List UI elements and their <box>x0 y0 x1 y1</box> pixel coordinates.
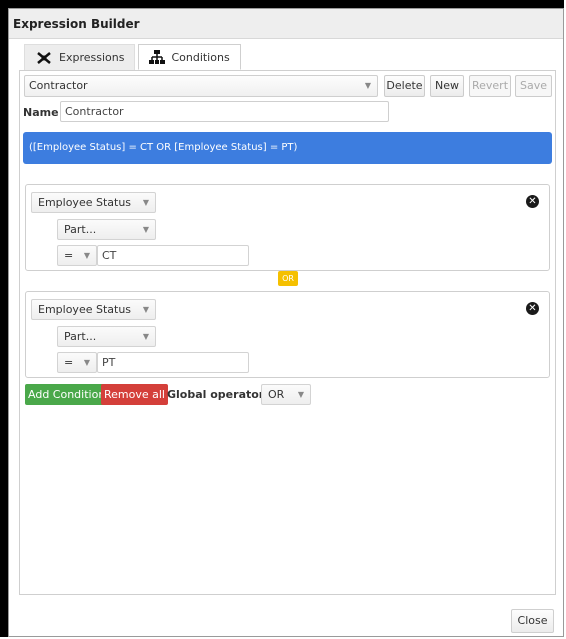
global-operator-label: Global operator: <box>167 388 269 401</box>
name-field[interactable]: Contractor <box>60 101 389 122</box>
dialog-title: Expression Builder <box>9 9 563 39</box>
sub-field-select[interactable]: Part... ▼ <box>57 219 156 240</box>
operator-select[interactable]: = ▼ <box>57 352 97 373</box>
field-select-value: Employee Status <box>38 303 132 316</box>
chevron-down-icon: ▼ <box>142 332 149 341</box>
expressions-icon <box>35 51 53 65</box>
new-button[interactable]: New <box>430 75 464 97</box>
delete-button[interactable]: Delete <box>384 75 425 97</box>
global-operator-value: OR <box>268 388 285 401</box>
field-select-value: Employee Status <box>38 196 132 209</box>
chevron-down-icon: ▼ <box>297 390 304 399</box>
expression-builder-dialog: Expression Builder Expressions Condition… <box>8 8 564 637</box>
chevron-down-icon: ▼ <box>142 225 149 234</box>
tab-conditions[interactable]: Conditions <box>138 44 241 70</box>
tab-bar: Expressions Conditions <box>24 44 241 71</box>
operator-select-value: = <box>64 356 74 369</box>
sub-field-select-value: Part... <box>64 330 97 343</box>
chevron-down-icon: ▼ <box>83 358 90 367</box>
condition-value-input[interactable]: CT <box>97 245 249 266</box>
conditions-panel: Contractor ▼ Delete New Revert Save Name… <box>19 70 556 595</box>
remove-all-button[interactable]: Remove all <box>101 384 168 405</box>
condition-block: Employee Status ▼ Part... ▼ = ▼ CT ✕ <box>25 184 550 271</box>
tab-expressions[interactable]: Expressions <box>24 44 136 70</box>
tab-expressions-label: Expressions <box>59 51 125 64</box>
add-condition-button[interactable]: Add Condition <box>25 384 109 405</box>
operator-select[interactable]: = ▼ <box>57 245 97 266</box>
revert-button[interactable]: Revert <box>469 75 511 97</box>
name-label: Name <box>23 106 59 119</box>
expression-select-value: Contractor <box>29 79 88 92</box>
remove-condition-icon[interactable]: ✕ <box>526 302 539 315</box>
operator-select-value: = <box>64 249 74 262</box>
expression-text: ([Employee Status] = CT OR [Employee Sta… <box>29 142 298 153</box>
field-select[interactable]: Employee Status ▼ <box>31 192 156 213</box>
chevron-down-icon: ▼ <box>142 305 149 314</box>
chevron-down-icon: ▼ <box>364 81 371 90</box>
chevron-down-icon: ▼ <box>83 251 90 260</box>
sub-field-select-value: Part... <box>64 223 97 236</box>
field-select[interactable]: Employee Status ▼ <box>31 299 156 320</box>
conditions-icon <box>149 50 166 64</box>
save-button[interactable]: Save <box>515 75 552 97</box>
expression-select[interactable]: Contractor ▼ <box>24 75 378 97</box>
condition-value-input[interactable]: PT <box>97 352 249 373</box>
chevron-down-icon: ▼ <box>142 198 149 207</box>
remove-condition-icon[interactable]: ✕ <box>526 195 539 208</box>
tab-conditions-label: Conditions <box>171 50 230 64</box>
expression-preview: ([Employee Status] = CT OR [Employee Sta… <box>23 132 552 164</box>
global-operator-select[interactable]: OR ▼ <box>261 384 311 405</box>
sub-field-select[interactable]: Part... ▼ <box>57 326 156 347</box>
or-badge: OR <box>278 271 298 286</box>
condition-block: Employee Status ▼ Part... ▼ = ▼ PT ✕ <box>25 291 550 378</box>
close-button[interactable]: Close <box>511 609 554 633</box>
